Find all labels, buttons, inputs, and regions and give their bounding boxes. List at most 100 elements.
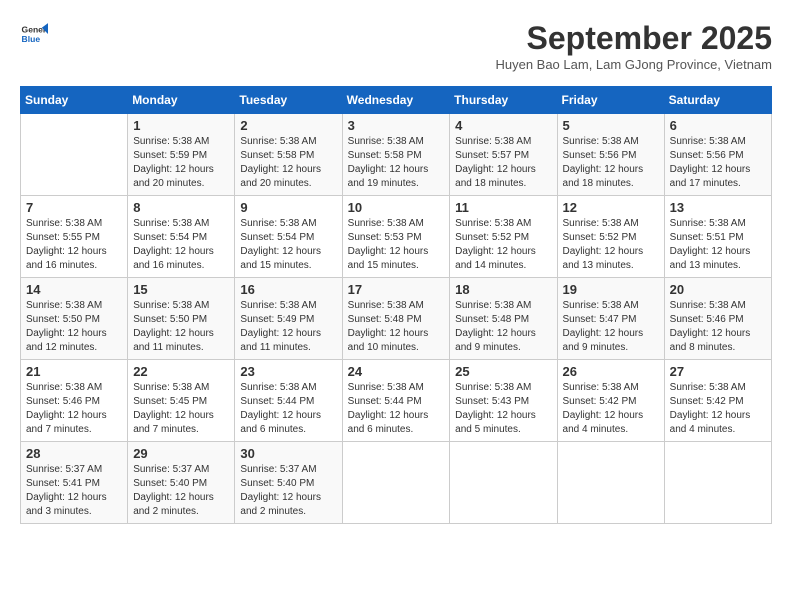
day-number: 20 <box>670 282 766 297</box>
day-info: Sunrise: 5:38 AM Sunset: 5:57 PM Dayligh… <box>455 135 551 191</box>
day-number: 21 <box>26 364 122 379</box>
calendar-cell: 1Sunrise: 5:38 AM Sunset: 5:59 PM Daylig… <box>128 114 235 196</box>
day-info: Sunrise: 5:38 AM Sunset: 5:43 PM Dayligh… <box>455 381 551 437</box>
calendar-table: SundayMondayTuesdayWednesdayThursdayFrid… <box>20 86 772 524</box>
day-info: Sunrise: 5:37 AM Sunset: 5:40 PM Dayligh… <box>240 463 336 519</box>
calendar-cell: 13Sunrise: 5:38 AM Sunset: 5:51 PM Dayli… <box>664 196 771 278</box>
week-row-4: 21 Sunrise: 5:38 AM Sunset: 5:46 PM Dayli… <box>21 360 772 442</box>
day-info: Sunrise: 5:38 AM Sunset: 5:58 PM Dayligh… <box>240 135 336 191</box>
day-info: Sunrise: 5:38 AM Sunset: 5:46 PM Dayligh… <box>26 381 122 437</box>
day-number: 2 <box>240 118 336 133</box>
day-number: 8 <box>133 200 229 215</box>
col-header-saturday: Saturday <box>664 87 771 114</box>
week-row-2: 7 Sunrise: 5:38 AM Sunset: 5:55 PM Daylig… <box>21 196 772 278</box>
page-header: General Blue September 2025 Huyen Bao La… <box>20 20 772 82</box>
col-header-tuesday: Tuesday <box>235 87 342 114</box>
day-info: Sunrise: 5:38 AM Sunset: 5:50 PM Dayligh… <box>26 299 122 355</box>
calendar-cell: 11 Sunrise: 5:38 AM Sunset: 5:52 PM Dayli… <box>450 196 557 278</box>
day-number: 19 <box>563 282 659 297</box>
calendar-cell: 21 Sunrise: 5:38 AM Sunset: 5:46 PM Dayli… <box>21 360 128 442</box>
calendar-cell: 30 Sunrise: 5:37 AM Sunset: 5:40 PM Dayli… <box>235 442 342 524</box>
week-row-1: 1Sunrise: 5:38 AM Sunset: 5:59 PM Daylig… <box>21 114 772 196</box>
day-number: 5 <box>563 118 659 133</box>
day-info: Sunrise: 5:38 AM Sunset: 5:58 PM Dayligh… <box>348 135 445 191</box>
calendar-cell: 24 Sunrise: 5:38 AM Sunset: 5:44 PM Dayli… <box>342 360 450 442</box>
day-info: Sunrise: 5:38 AM Sunset: 5:49 PM Dayligh… <box>240 299 336 355</box>
day-info: Sunrise: 5:38 AM Sunset: 5:47 PM Dayligh… <box>563 299 659 355</box>
day-info: Sunrise: 5:37 AM Sunset: 5:41 PM Dayligh… <box>26 463 122 519</box>
calendar-cell: 25 Sunrise: 5:38 AM Sunset: 5:43 PM Dayli… <box>450 360 557 442</box>
calendar-cell: 7 Sunrise: 5:38 AM Sunset: 5:55 PM Daylig… <box>21 196 128 278</box>
day-number: 1 <box>133 118 229 133</box>
day-number: 9 <box>240 200 336 215</box>
day-number: 28 <box>26 446 122 461</box>
day-number: 30 <box>240 446 336 461</box>
day-info: Sunrise: 5:38 AM Sunset: 5:52 PM Dayligh… <box>563 217 659 273</box>
day-info: Sunrise: 5:38 AM Sunset: 5:54 PM Dayligh… <box>133 217 229 273</box>
calendar-cell: 12Sunrise: 5:38 AM Sunset: 5:52 PM Dayli… <box>557 196 664 278</box>
calendar-cell <box>450 442 557 524</box>
day-info: Sunrise: 5:38 AM Sunset: 5:46 PM Dayligh… <box>670 299 766 355</box>
col-header-friday: Friday <box>557 87 664 114</box>
day-info: Sunrise: 5:38 AM Sunset: 5:53 PM Dayligh… <box>348 217 445 273</box>
calendar-cell: 3 Sunrise: 5:38 AM Sunset: 5:58 PM Daylig… <box>342 114 450 196</box>
day-info: Sunrise: 5:38 AM Sunset: 5:56 PM Dayligh… <box>670 135 766 191</box>
calendar-cell: 2 Sunrise: 5:38 AM Sunset: 5:58 PM Daylig… <box>235 114 342 196</box>
day-number: 27 <box>670 364 766 379</box>
week-row-5: 28 Sunrise: 5:37 AM Sunset: 5:41 PM Dayli… <box>21 442 772 524</box>
col-header-sunday: Sunday <box>21 87 128 114</box>
day-info: Sunrise: 5:38 AM Sunset: 5:44 PM Dayligh… <box>348 381 445 437</box>
day-info: Sunrise: 5:38 AM Sunset: 5:48 PM Dayligh… <box>348 299 445 355</box>
day-number: 10 <box>348 200 445 215</box>
calendar-cell: 4Sunrise: 5:38 AM Sunset: 5:57 PM Daylig… <box>450 114 557 196</box>
day-number: 22 <box>133 364 229 379</box>
day-info: Sunrise: 5:38 AM Sunset: 5:52 PM Dayligh… <box>455 217 551 273</box>
calendar-cell: 22 Sunrise: 5:38 AM Sunset: 5:45 PM Dayli… <box>128 360 235 442</box>
calendar-cell: 20 Sunrise: 5:38 AM Sunset: 5:46 PM Dayli… <box>664 278 771 360</box>
calendar-cell: 16 Sunrise: 5:38 AM Sunset: 5:49 PM Dayli… <box>235 278 342 360</box>
logo-icon: General Blue <box>20 20 48 48</box>
day-info: Sunrise: 5:37 AM Sunset: 5:40 PM Dayligh… <box>133 463 229 519</box>
calendar-cell: 28 Sunrise: 5:37 AM Sunset: 5:41 PM Dayli… <box>21 442 128 524</box>
day-info: Sunrise: 5:38 AM Sunset: 5:44 PM Dayligh… <box>240 381 336 437</box>
calendar-cell: 18 Sunrise: 5:38 AM Sunset: 5:48 PM Dayli… <box>450 278 557 360</box>
calendar-cell: 29 Sunrise: 5:37 AM Sunset: 5:40 PM Dayli… <box>128 442 235 524</box>
calendar-cell: 26 Sunrise: 5:38 AM Sunset: 5:42 PM Dayli… <box>557 360 664 442</box>
day-number: 24 <box>348 364 445 379</box>
subtitle: Huyen Bao Lam, Lam GJong Province, Vietn… <box>495 57 772 72</box>
col-header-thursday: Thursday <box>450 87 557 114</box>
day-info: Sunrise: 5:38 AM Sunset: 5:42 PM Dayligh… <box>563 381 659 437</box>
col-header-wednesday: Wednesday <box>342 87 450 114</box>
day-info: Sunrise: 5:38 AM Sunset: 5:48 PM Dayligh… <box>455 299 551 355</box>
week-row-3: 14 Sunrise: 5:38 AM Sunset: 5:50 PM Dayli… <box>21 278 772 360</box>
calendar-cell: 15 Sunrise: 5:38 AM Sunset: 5:50 PM Dayli… <box>128 278 235 360</box>
logo: General Blue <box>20 20 48 48</box>
calendar-cell: 23Sunrise: 5:38 AM Sunset: 5:44 PM Dayli… <box>235 360 342 442</box>
day-info: Sunrise: 5:38 AM Sunset: 5:45 PM Dayligh… <box>133 381 229 437</box>
day-number: 29 <box>133 446 229 461</box>
day-info: Sunrise: 5:38 AM Sunset: 5:56 PM Dayligh… <box>563 135 659 191</box>
day-number: 3 <box>348 118 445 133</box>
day-number: 11 <box>455 200 551 215</box>
day-number: 15 <box>133 282 229 297</box>
day-number: 26 <box>563 364 659 379</box>
day-number: 16 <box>240 282 336 297</box>
calendar-cell <box>664 442 771 524</box>
calendar-cell: 19 Sunrise: 5:38 AM Sunset: 5:47 PM Dayli… <box>557 278 664 360</box>
calendar-cell <box>342 442 450 524</box>
calendar-cell: 8 Sunrise: 5:38 AM Sunset: 5:54 PM Daylig… <box>128 196 235 278</box>
calendar-cell: 17 Sunrise: 5:38 AM Sunset: 5:48 PM Dayli… <box>342 278 450 360</box>
calendar-cell: 14 Sunrise: 5:38 AM Sunset: 5:50 PM Dayli… <box>21 278 128 360</box>
day-info: Sunrise: 5:38 AM Sunset: 5:55 PM Dayligh… <box>26 217 122 273</box>
day-number: 18 <box>455 282 551 297</box>
day-info: Sunrise: 5:38 AM Sunset: 5:51 PM Dayligh… <box>670 217 766 273</box>
calendar-cell <box>557 442 664 524</box>
day-number: 17 <box>348 282 445 297</box>
svg-text:Blue: Blue <box>22 34 41 44</box>
day-info: Sunrise: 5:38 AM Sunset: 5:50 PM Dayligh… <box>133 299 229 355</box>
day-number: 25 <box>455 364 551 379</box>
day-number: 14 <box>26 282 122 297</box>
calendar-cell: 27 Sunrise: 5:38 AM Sunset: 5:42 PM Dayli… <box>664 360 771 442</box>
day-info: Sunrise: 5:38 AM Sunset: 5:42 PM Dayligh… <box>670 381 766 437</box>
day-number: 7 <box>26 200 122 215</box>
